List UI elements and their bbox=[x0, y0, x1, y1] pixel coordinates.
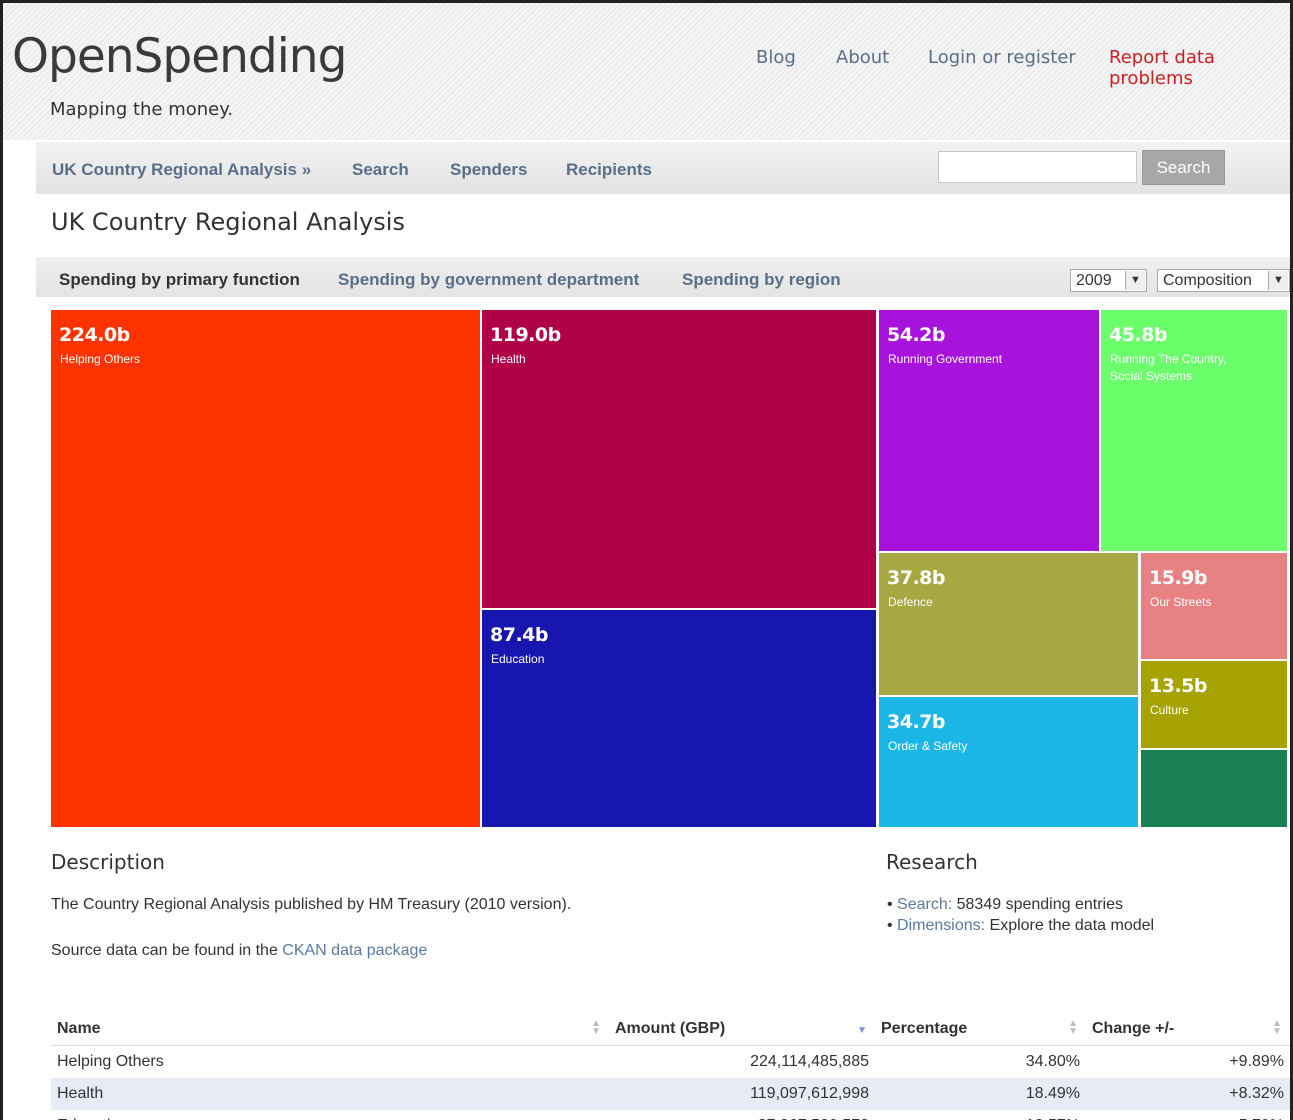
nav-about-link[interactable]: About bbox=[836, 47, 889, 68]
description-heading: Description bbox=[51, 850, 165, 874]
treemap-cell-label: Education bbox=[491, 652, 545, 666]
research-item: • Dimensions: Explore the data model bbox=[887, 917, 1155, 934]
treemap-cell-amount: 13.5b bbox=[1149, 675, 1207, 697]
nav-report-problems-link[interactable]: Report data problems bbox=[1109, 47, 1290, 89]
research-item-text: 58349 spending entries bbox=[952, 896, 1123, 913]
mode-select[interactable]: Composition ▼ bbox=[1157, 269, 1290, 292]
row-amount: 119,097,612,998 bbox=[609, 1078, 875, 1110]
nav-dataset-link[interactable]: UK Country Regional Analysis » bbox=[52, 160, 311, 180]
treemap-cell-label: Defence bbox=[888, 595, 933, 609]
research-item-text: Explore the data model bbox=[985, 917, 1155, 934]
row-amount: 224,114,485,885 bbox=[750, 1053, 869, 1070]
treemap-cell[interactable]: 13.5b Culture bbox=[1141, 661, 1287, 748]
column-header-percentage-label: Percentage bbox=[881, 1020, 968, 1037]
treemap-cell-amount: 224.0b bbox=[59, 324, 130, 346]
nav-recipients-link[interactable]: Recipients bbox=[566, 160, 652, 180]
column-header-change[interactable]: Change +/- ▲ ▼ bbox=[1086, 1013, 1290, 1046]
year-select-value: 2009 bbox=[1076, 272, 1112, 289]
site-header: OpenSpending Mapping the money. Blog Abo… bbox=[3, 3, 1290, 140]
row-change: +8.32% bbox=[1086, 1078, 1290, 1110]
treemap-cell-amount: 34.7b bbox=[887, 711, 945, 733]
chevron-down-icon: ▼ bbox=[1268, 271, 1288, 290]
research-dimensions-link[interactable]: Dimensions: bbox=[897, 917, 985, 934]
page: OpenSpending Mapping the money. Blog Abo… bbox=[0, 0, 1293, 1120]
source-text: Source data can be found in the CKAN dat… bbox=[51, 942, 427, 960]
row-change: +5.79% bbox=[1086, 1110, 1290, 1120]
column-header-change-label: Change +/- bbox=[1092, 1020, 1175, 1037]
chevron-down-icon: ▼ bbox=[1125, 271, 1145, 290]
treemap-cell-label: Our Streets bbox=[1150, 595, 1212, 609]
sort-desc-icon: ▼ bbox=[857, 1025, 867, 1036]
site-tagline: Mapping the money. bbox=[50, 99, 234, 120]
description-text: The Country Regional Analysis published … bbox=[51, 896, 572, 913]
table-row: Health 119,097,612,998 18.49% +8.32% bbox=[51, 1078, 1290, 1110]
treemap-cell-amount: 119.0b bbox=[490, 324, 561, 346]
nav-spenders-link[interactable]: Spenders bbox=[450, 160, 527, 180]
column-header-name-label: Name bbox=[57, 1020, 101, 1037]
treemap-cell[interactable]: 37.8b Defence bbox=[879, 553, 1138, 695]
research-item: • Search: 58349 spending entries bbox=[887, 896, 1123, 913]
row-percentage: 34.80% bbox=[1025, 1053, 1080, 1070]
row-name-link[interactable]: Helping Others bbox=[51, 1046, 609, 1079]
search-button[interactable]: Search bbox=[1142, 150, 1225, 185]
nav-blog-link[interactable]: Blog bbox=[756, 47, 796, 68]
row-amount: 87,367,539,573 bbox=[609, 1110, 875, 1120]
nav-search-link[interactable]: Search bbox=[352, 160, 409, 180]
nav-login-link[interactable]: Login or register bbox=[928, 47, 1076, 68]
table-header-row: Name ▲ ▼ Amount (GBP) ▼ Percentage ▲ ▼ Change… bbox=[51, 1013, 1290, 1046]
ckan-link[interactable]: CKAN data package bbox=[282, 942, 427, 959]
treemap-cell-label: Running The Country, Social Systems bbox=[1110, 352, 1227, 383]
tab-government-department[interactable]: Spending by government department bbox=[338, 270, 639, 290]
treemap-cell[interactable] bbox=[1141, 750, 1287, 827]
research-search-link[interactable]: Search: bbox=[897, 896, 952, 913]
treemap-cell[interactable]: 87.4b Education bbox=[482, 610, 876, 827]
column-header-percentage[interactable]: Percentage ▲ ▼ bbox=[875, 1013, 1086, 1046]
treemap-cell[interactable]: 34.7b Order & Safety bbox=[879, 697, 1138, 827]
treemap-cell-label: Health bbox=[491, 352, 526, 366]
treemap-cell-label: Running Government bbox=[888, 352, 1003, 366]
site-logo[interactable]: OpenSpending bbox=[12, 33, 347, 80]
year-select[interactable]: 2009 ▼ bbox=[1070, 269, 1147, 292]
treemap-cell-amount: 37.8b bbox=[887, 567, 945, 589]
table-row: Helping Others 224,114,485,885 34.80% +9… bbox=[51, 1046, 1290, 1079]
row-name-link[interactable]: Education bbox=[51, 1110, 609, 1120]
treemap-cell[interactable]: 224.0b Helping Others bbox=[51, 310, 480, 827]
treemap-cell-label: Order & Safety bbox=[888, 739, 968, 753]
row-change: +9.89% bbox=[1229, 1053, 1284, 1070]
table-row: Education 87,367,539,573 13.57% +5.79% bbox=[51, 1110, 1290, 1120]
treemap-cell[interactable]: 15.9b Our Streets bbox=[1141, 553, 1287, 659]
spending-table: Name ▲ ▼ Amount (GBP) ▼ Percentage ▲ ▼ Change… bbox=[51, 1013, 1290, 1120]
sort-icon: ▲ ▼ bbox=[1068, 1018, 1078, 1037]
row-percentage: 18.49% bbox=[875, 1078, 1086, 1110]
mode-select-value: Composition bbox=[1163, 272, 1252, 289]
treemap-cell-label: Culture bbox=[1150, 703, 1189, 717]
treemap-cell-amount: 87.4b bbox=[490, 624, 548, 646]
treemap-cell-amount: 45.8b bbox=[1109, 324, 1167, 346]
row-percentage: 13.57% bbox=[875, 1110, 1086, 1120]
sort-icon: ▲ ▼ bbox=[1272, 1018, 1282, 1037]
treemap-cell-label: Helping Others bbox=[60, 352, 141, 366]
dataset-navbar: UK Country Regional Analysis » Search Sp… bbox=[36, 142, 1290, 194]
column-header-amount[interactable]: Amount (GBP) ▼ bbox=[609, 1013, 875, 1046]
column-header-name[interactable]: Name ▲ ▼ bbox=[51, 1013, 609, 1046]
source-prefix: Source data can be found in the bbox=[51, 942, 283, 959]
tab-primary-function[interactable]: Spending by primary function bbox=[59, 270, 300, 290]
column-header-amount-label: Amount (GBP) bbox=[615, 1020, 726, 1037]
treemap-cell-amount: 54.2b bbox=[887, 324, 945, 346]
search-input[interactable] bbox=[938, 151, 1137, 183]
treemap-cell[interactable]: 119.0b Health bbox=[482, 310, 876, 608]
view-tabs: Spending by primary function Spending by… bbox=[36, 257, 1290, 297]
treemap-cell[interactable]: 45.8b Running The Country, Social System… bbox=[1101, 310, 1287, 551]
treemap-cell-amount: 15.9b bbox=[1149, 567, 1207, 589]
research-heading: Research bbox=[886, 850, 978, 874]
sort-icon: ▲ ▼ bbox=[591, 1018, 601, 1037]
tab-region[interactable]: Spending by region bbox=[682, 270, 841, 290]
treemap-cell[interactable]: 54.2b Running Government bbox=[879, 310, 1099, 551]
row-name-link[interactable]: Health bbox=[51, 1078, 609, 1110]
page-title: UK Country Regional Analysis bbox=[51, 208, 405, 236]
spending-treemap: 224.0b Helping Others 119.0b Health 87.4… bbox=[51, 310, 1287, 827]
